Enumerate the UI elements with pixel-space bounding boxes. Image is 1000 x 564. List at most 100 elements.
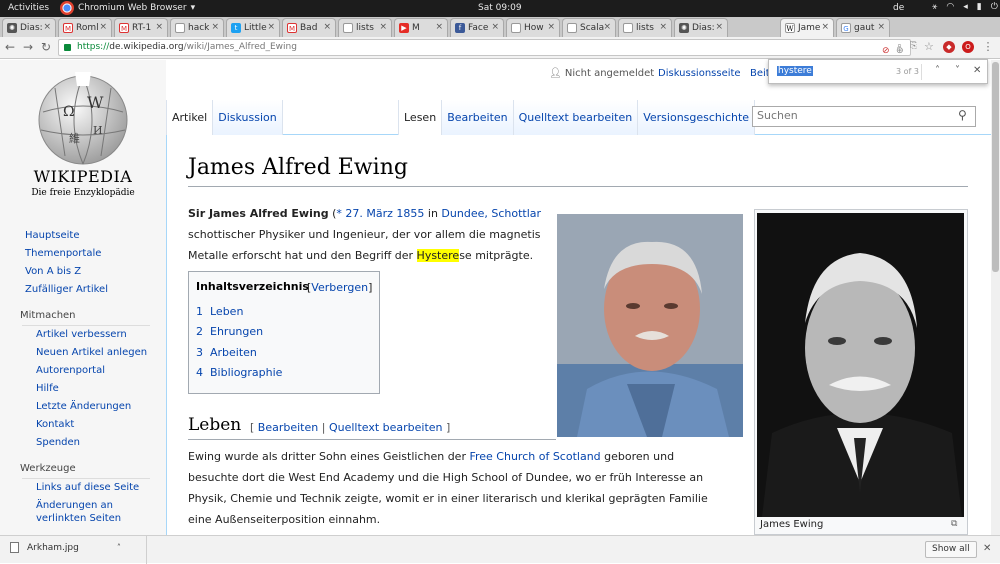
color-portrait-photo[interactable] xyxy=(557,214,743,437)
close-icon[interactable]: × xyxy=(435,22,443,32)
browser-tab[interactable]: ✺ Dias: × xyxy=(2,18,56,37)
bw-portrait-photo[interactable] xyxy=(757,213,964,517)
tab-bearbeiten[interactable]: Bearbeiten xyxy=(441,100,513,135)
browser-tab[interactable]: M RT-1 × xyxy=(114,18,168,37)
browser-tab[interactable]: M Roml × xyxy=(58,18,112,37)
show-all-button[interactable]: Show all xyxy=(925,541,977,558)
discussion-page-link[interactable]: Diskussionsseite xyxy=(658,68,741,79)
wikipedia-globe-logo[interactable]: Ω W И 維 xyxy=(35,72,131,168)
close-icon[interactable]: × xyxy=(323,22,331,32)
close-icon[interactable]: × xyxy=(379,22,387,32)
close-icon[interactable]: ✕ xyxy=(983,543,991,554)
close-icon[interactable]: × xyxy=(715,22,723,32)
close-icon[interactable]: × xyxy=(821,22,829,32)
close-icon[interactable]: × xyxy=(99,22,107,32)
power-icon[interactable]: ⏻ xyxy=(991,2,998,12)
address-bar[interactable]: https://de.wikipedia.org/wiki/James_Alfr… xyxy=(58,39,911,56)
volume-icon[interactable]: ◂ xyxy=(963,2,968,12)
browser-tab[interactable]: t Little × xyxy=(226,18,280,37)
nav-link[interactable]: Hilfe xyxy=(36,383,59,394)
blocked-icon[interactable]: ⊘ xyxy=(882,44,890,59)
back-icon[interactable]: ← xyxy=(2,39,18,55)
system-tray[interactable]: ⚹ ◠ ◂ ▮ ⏻ xyxy=(932,2,998,12)
nav-link[interactable]: Zufälliger Artikel xyxy=(25,284,108,295)
scrollbar-thumb[interactable] xyxy=(992,62,999,272)
forward-icon[interactable]: → xyxy=(20,39,36,55)
close-icon[interactable]: × xyxy=(43,22,51,32)
browser-tab[interactable]: How × xyxy=(506,18,560,37)
tab-artikel[interactable]: Artikel xyxy=(166,100,213,135)
toc-item[interactable]: 4 Bibliographie xyxy=(196,366,282,379)
tab-quelltext-bearbeiten[interactable]: Quelltext bearbeiten xyxy=(512,100,638,135)
accessibility-icon[interactable]: ⚹ xyxy=(932,2,937,12)
wifi-icon[interactable]: ◠ xyxy=(946,2,954,12)
close-icon[interactable]: × xyxy=(877,22,885,32)
sidebar-heading-mitmachen[interactable]: Mitmachen xyxy=(20,310,76,321)
app-menu[interactable]: Chromium Web Browser ▾ xyxy=(60,1,195,15)
close-icon[interactable]: × xyxy=(211,22,219,32)
translate-icon[interactable]: ⎘ xyxy=(910,41,917,51)
browser-tab[interactable]: lists × xyxy=(618,18,672,37)
birthplace-link[interactable]: Dundee, Schottlar xyxy=(441,207,541,220)
nav-link[interactable]: Neuen Artikel anlegen xyxy=(36,347,147,358)
clock[interactable]: Sat 09:09 xyxy=(478,3,522,13)
chevron-up-icon[interactable]: ˄ xyxy=(117,543,121,552)
close-icon[interactable]: ✕ xyxy=(973,65,981,76)
toc-item[interactable]: 2 Ehrungen xyxy=(196,325,263,338)
download-item[interactable]: Arkham.jpg ˄ xyxy=(10,542,121,553)
find-icon[interactable]: ⌕ xyxy=(897,41,902,51)
find-next-icon[interactable]: ˅ xyxy=(955,65,960,76)
nav-link[interactable]: Von A bis Z xyxy=(25,266,81,277)
close-icon[interactable]: × xyxy=(155,22,163,32)
close-icon[interactable]: × xyxy=(547,22,555,32)
nav-link[interactable]: Änderungen an xyxy=(36,500,113,511)
find-prev-icon[interactable]: ˄ xyxy=(935,65,940,76)
close-icon[interactable]: × xyxy=(267,22,275,32)
browser-tab[interactable]: hack × xyxy=(170,18,224,37)
input-language[interactable]: de xyxy=(893,3,904,13)
birthdate-link[interactable]: * 27. März 1855 xyxy=(336,207,424,220)
browser-tab[interactable]: ✺ Dias: × xyxy=(674,18,728,37)
close-icon[interactable]: × xyxy=(659,22,667,32)
opera-icon[interactable]: O xyxy=(962,41,974,53)
menu-icon[interactable]: ⋮ xyxy=(982,41,994,53)
reload-icon[interactable]: ↻ xyxy=(38,39,54,55)
sidebar-heading-werkzeuge[interactable]: Werkzeuge xyxy=(20,463,76,474)
tab-lesen[interactable]: Lesen xyxy=(398,100,442,135)
nav-link[interactable]: Autorenportal xyxy=(36,365,105,376)
browser-tab[interactable]: ▶ M × xyxy=(394,18,448,37)
star-icon[interactable]: ☆ xyxy=(924,40,934,53)
browser-tab[interactable]: M Bad × xyxy=(282,18,336,37)
toc-toggle[interactable]: [Verbergen] xyxy=(307,281,372,294)
nav-link[interactable]: Spenden xyxy=(36,437,80,448)
edit-source-link[interactable]: Quelltext bearbeiten xyxy=(329,421,443,434)
battery-icon[interactable]: ▮ xyxy=(977,2,982,12)
free-church-link[interactable]: Free Church of Scotland xyxy=(469,450,600,463)
nav-link[interactable]: Links auf diese Seite xyxy=(36,482,139,493)
close-icon[interactable]: × xyxy=(603,22,611,32)
browser-tab[interactable]: Ggaut × xyxy=(836,18,890,37)
wikipedia-wordmark[interactable]: Wikipedia xyxy=(0,167,166,186)
page-scrollbar[interactable] xyxy=(991,60,1000,535)
browser-tab[interactable]: Scala × xyxy=(562,18,616,37)
browser-tab-active[interactable]: W Jame × xyxy=(780,18,834,37)
enlarge-icon[interactable]: ⧉ xyxy=(951,519,957,529)
ublock-icon[interactable]: ◆ xyxy=(943,41,955,53)
nav-link[interactable]: Themenportale xyxy=(25,248,101,259)
search-icon[interactable]: ⚲ xyxy=(958,108,967,122)
nav-link[interactable]: Kontakt xyxy=(36,419,74,430)
browser-tab[interactable]: lists × xyxy=(338,18,392,37)
nav-link[interactable]: verlinkten Seiten xyxy=(36,513,121,524)
close-icon[interactable]: × xyxy=(491,22,499,32)
toc-item[interactable]: 3 Arbeiten xyxy=(196,346,257,359)
tab-versionsgeschichte[interactable]: Versionsgeschichte xyxy=(637,100,756,135)
toc-item[interactable]: 1 Leben xyxy=(196,305,243,318)
find-input[interactable]: hystere xyxy=(777,66,813,76)
tab-diskussion[interactable]: Diskussion xyxy=(212,100,283,135)
toc-hide-link[interactable]: Verbergen xyxy=(311,281,368,294)
activities-button[interactable]: Activities xyxy=(8,3,49,13)
contributions-link[interactable]: Beit xyxy=(750,68,770,79)
search-input[interactable]: Suchen xyxy=(752,106,976,127)
nav-link[interactable]: Letzte Änderungen xyxy=(36,401,131,412)
nav-link[interactable]: Hauptseite xyxy=(25,230,79,241)
